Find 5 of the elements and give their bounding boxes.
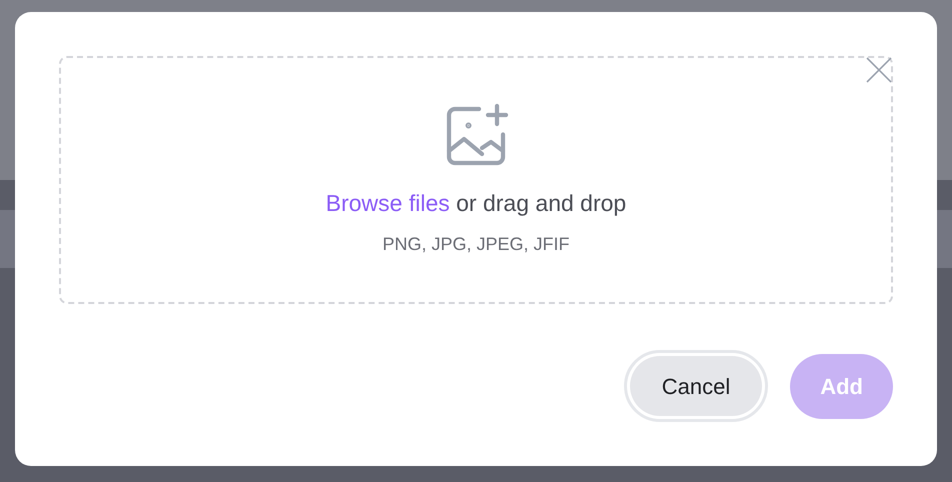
file-formats: PNG, JPG, JPEG, JFIF	[382, 232, 570, 256]
browse-files-link[interactable]: Browse files	[326, 190, 450, 216]
cancel-button[interactable]: Cancel	[630, 356, 762, 416]
close-button[interactable]	[865, 56, 893, 84]
upload-instructions: Browse files or drag and drop	[326, 189, 626, 218]
